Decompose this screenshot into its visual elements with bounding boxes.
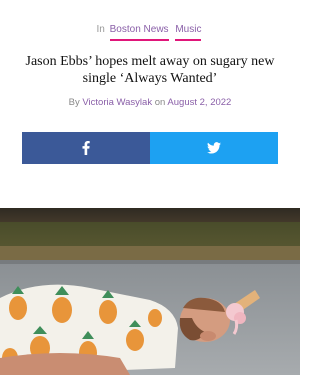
publish-date[interactable]: August 2, 2022 — [167, 97, 231, 108]
facebook-share-button[interactable] — [22, 132, 150, 164]
byline-prefix: By — [68, 97, 80, 108]
hero-photo — [0, 208, 300, 375]
facebook-f-icon — [82, 141, 90, 155]
author-link[interactable]: Victoria Wasylak — [82, 97, 152, 108]
article-title: Jason Ebbs’ hopes melt away on sugary ne… — [25, 54, 275, 86]
date-prefix: on — [154, 97, 166, 108]
category-link-boston-news[interactable]: Boston News — [109, 24, 169, 41]
category-link-music[interactable]: Music — [175, 24, 202, 41]
category-list: In Boston News Music — [0, 24, 300, 41]
article-hero-image — [0, 208, 300, 375]
byline: By Victoria Wasylak on August 2, 2022 — [0, 97, 300, 108]
twitter-bird-icon — [207, 142, 221, 154]
category-prefix: In — [96, 24, 105, 35]
twitter-share-button[interactable] — [150, 132, 278, 164]
share-bar — [22, 132, 278, 164]
